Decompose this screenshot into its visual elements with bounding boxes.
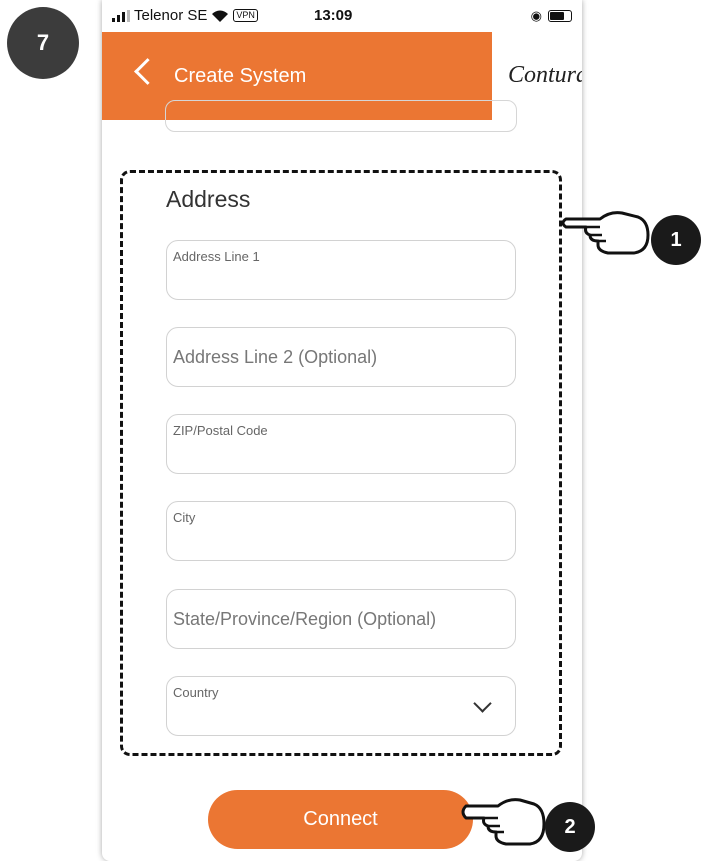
status-right: ◉ xyxy=(531,8,572,24)
callout-2-badge: 2 xyxy=(545,802,595,852)
connect-button[interactable]: Connect xyxy=(208,790,473,849)
pointing-hand-icon xyxy=(561,211,650,255)
previous-field-edge[interactable] xyxy=(165,100,517,132)
orientation-lock-icon: ◉ xyxy=(530,8,542,23)
back-arrow-icon[interactable] xyxy=(134,58,161,85)
pointing-hand-icon-connect xyxy=(461,798,546,846)
battery-icon xyxy=(548,10,572,22)
vpn-badge: VPN xyxy=(233,9,258,22)
status-bar: Telenor SE VPN 13:09 ◉ xyxy=(102,0,582,32)
brand-logo: Contura xyxy=(508,62,582,88)
page-title: Create System xyxy=(174,65,307,87)
step-number-badge: 7 xyxy=(7,7,79,79)
status-time: 13:09 xyxy=(314,7,353,24)
wifi-icon xyxy=(212,10,229,22)
address-highlight-box xyxy=(120,170,562,756)
callout-1-badge: 1 xyxy=(651,215,701,265)
carrier-info: Telenor SE VPN xyxy=(112,7,258,24)
carrier-name: Telenor SE xyxy=(134,7,208,24)
signal-icon xyxy=(112,9,130,22)
